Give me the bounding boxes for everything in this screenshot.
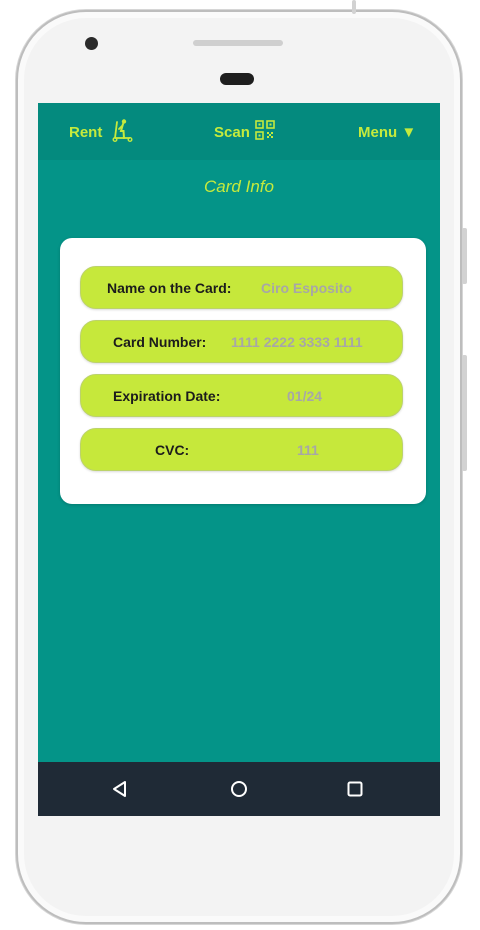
card-number-value[interactable]: 1111 2222 3333 1111 xyxy=(231,334,363,350)
app-screen: Rent Scan Menu ▼ Card Info Name on the C… xyxy=(38,103,440,816)
top-navigation-bar: Rent Scan Menu ▼ xyxy=(38,103,440,160)
cvc-label: CVC: xyxy=(155,441,190,458)
qr-code-icon xyxy=(255,120,275,144)
menu-label: Menu ▼ xyxy=(358,123,417,141)
cvc-value[interactable]: 111 xyxy=(297,442,319,458)
card-number-label: Card Number: xyxy=(113,333,207,350)
phone-side-tab xyxy=(352,0,356,14)
card-number-field[interactable]: Card Number: 1111 2222 3333 1111 xyxy=(80,320,403,363)
page-title: Card Info xyxy=(204,177,274,196)
earpiece xyxy=(220,73,254,85)
recent-apps-square-icon[interactable] xyxy=(342,776,368,802)
power-button xyxy=(462,355,467,471)
rent-nav-button[interactable]: Rent xyxy=(69,117,134,147)
scan-label: Scan xyxy=(214,123,250,141)
speaker-slit xyxy=(193,40,283,46)
expiration-date-field[interactable]: Expiration Date: 01/24 xyxy=(80,374,403,417)
system-navigation-bar xyxy=(38,762,440,816)
scan-nav-button[interactable]: Scan xyxy=(214,117,275,147)
name-on-card-field[interactable]: Name on the Card: Ciro Esposito xyxy=(80,266,403,309)
name-on-card-label: Name on the Card: xyxy=(107,279,232,296)
volume-button xyxy=(462,228,467,284)
expiration-date-label: Expiration Date: xyxy=(113,387,221,404)
back-triangle-icon[interactable] xyxy=(107,776,133,802)
home-circle-icon[interactable] xyxy=(226,776,252,802)
expiration-date-value[interactable]: 01/24 xyxy=(287,388,322,404)
menu-dropdown-button[interactable]: Menu ▼ xyxy=(358,117,416,147)
front-camera xyxy=(85,37,98,50)
cvc-field[interactable]: CVC: 111 xyxy=(80,428,403,471)
scooter-icon xyxy=(110,118,134,146)
card-info-panel: Name on the Card: Ciro Esposito Card Num… xyxy=(60,238,426,504)
name-on-card-value[interactable]: Ciro Esposito xyxy=(261,280,352,296)
rent-label: Rent xyxy=(69,123,103,141)
